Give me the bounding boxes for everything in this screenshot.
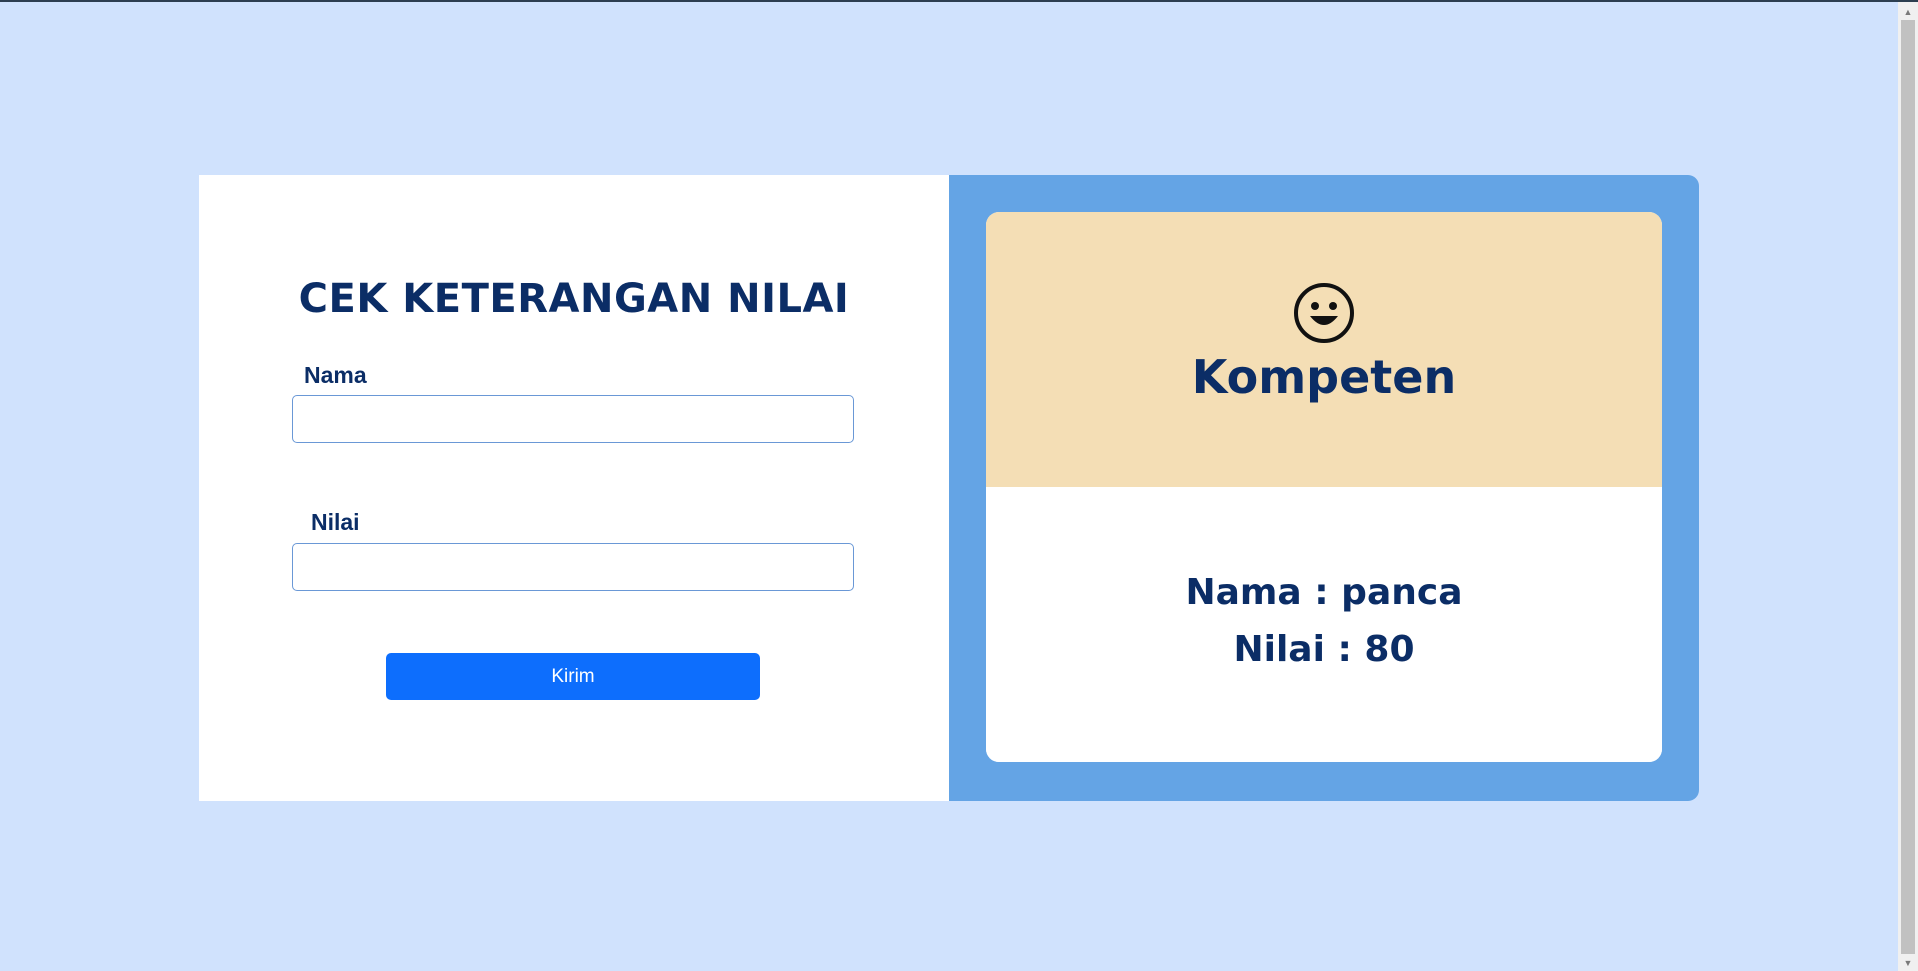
- main-card: CEK KETERANGAN NILAI Nama Nilai Kirim Ko…: [199, 175, 1699, 801]
- nama-input[interactable]: [292, 395, 854, 443]
- scrollbar-thumb[interactable]: [1901, 20, 1915, 954]
- vertical-scrollbar[interactable]: ▲ ▼: [1898, 2, 1918, 971]
- page-title: CEK KETERANGAN NILAI: [298, 276, 850, 322]
- scroll-down-arrow-icon[interactable]: ▼: [1898, 955, 1918, 971]
- window-top-border: [0, 0, 1918, 2]
- detail-section: Nama : panca Nilai : 80: [986, 487, 1662, 762]
- nama-label: Nama: [304, 362, 367, 388]
- scroll-up-arrow-icon[interactable]: ▲: [1898, 4, 1918, 20]
- status-text: Kompeten: [1191, 350, 1457, 404]
- result-nilai: Nilai : 80: [1233, 629, 1415, 670]
- form-panel: CEK KETERANGAN NILAI Nama Nilai Kirim: [199, 175, 949, 801]
- result-panel: Kompeten Nama : panca Nilai : 80: [949, 175, 1699, 801]
- nilai-input[interactable]: [292, 543, 854, 591]
- kirim-button[interactable]: Kirim: [386, 653, 760, 700]
- result-nama: Nama : panca: [1185, 572, 1463, 613]
- result-box: Kompeten Nama : panca Nilai : 80: [986, 212, 1662, 762]
- status-section: Kompeten: [986, 212, 1662, 487]
- smiley-face-icon: [1294, 283, 1354, 343]
- nilai-label: Nilai: [311, 509, 360, 535]
